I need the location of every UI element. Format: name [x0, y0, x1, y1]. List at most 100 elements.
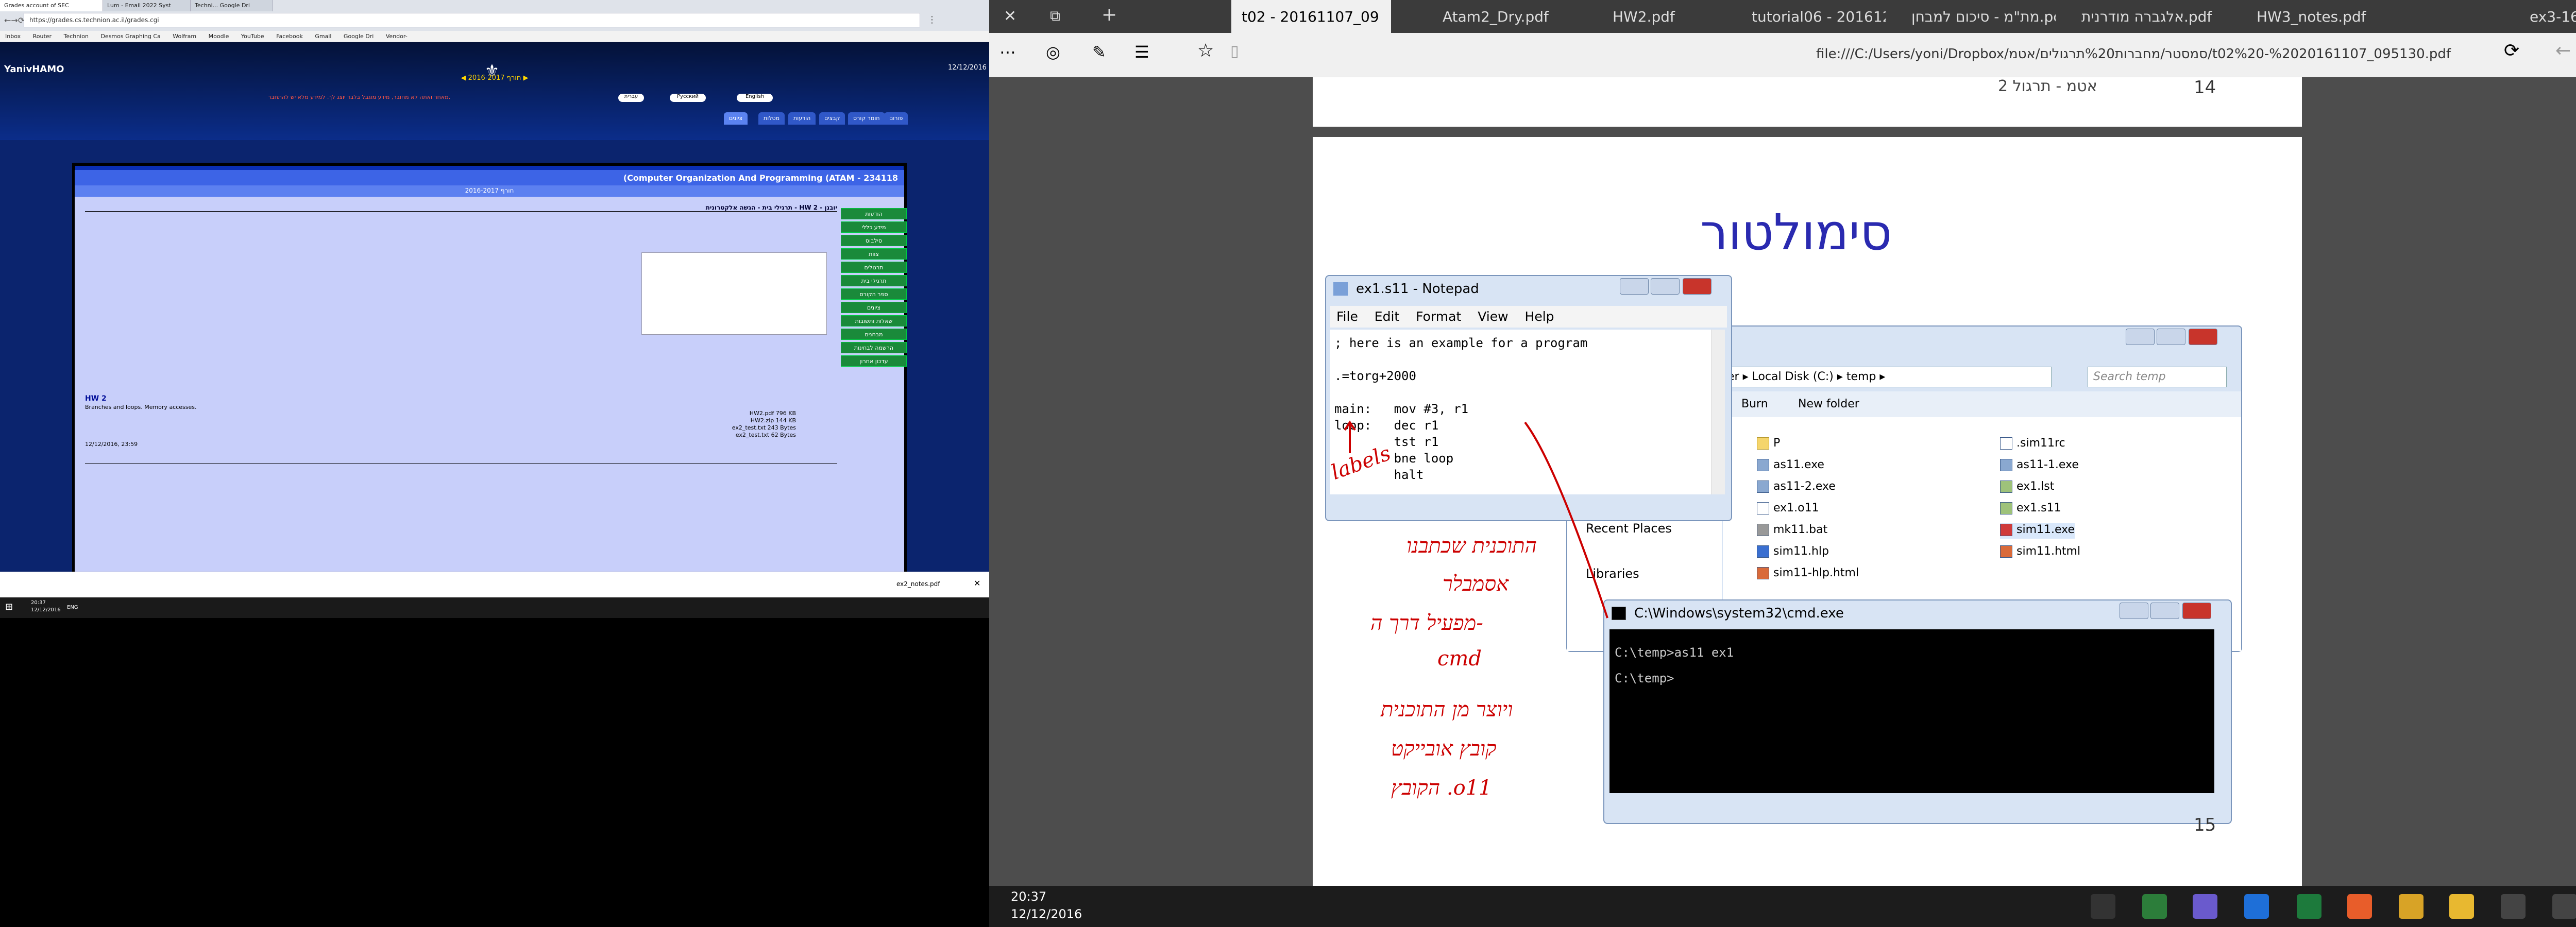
refresh-icon[interactable]: ⟳ [2504, 40, 2519, 61]
bookmark[interactable]: Desmos Graphing Ca [100, 33, 160, 40]
chrome-icon[interactable] [2399, 894, 2424, 919]
lang-button[interactable]: Русский [670, 94, 706, 102]
file-link[interactable]: HW2.zip 144 KB [693, 417, 796, 424]
file-link[interactable]: HW2.pdf 796 KB [693, 410, 796, 417]
bookmark[interactable]: Facebook [276, 33, 303, 40]
bookmark[interactable]: Wolfram [173, 33, 196, 40]
menu-file[interactable]: File [1336, 309, 1358, 324]
edge-address[interactable]: file:///C:/Users/yoni/Dropbox/סמסטר/מחבר… [1816, 40, 2476, 69]
burn-button[interactable]: Burn [1741, 398, 1768, 410]
edge-tab[interactable]: אלגברה מודרנית.pdf [2071, 0, 2226, 33]
maximize-icon[interactable] [2150, 603, 2179, 619]
side-menu-item[interactable]: שאלות ותשובות [841, 315, 907, 327]
nav-tab[interactable]: ציונים [724, 112, 748, 125]
file-item[interactable]: as11-2.exe [1757, 480, 1836, 495]
menu-edit[interactable]: Edit [1375, 309, 1399, 324]
bookmark[interactable]: Google Dri [344, 33, 374, 40]
semester-selector[interactable]: ◀ חורף 2016-2017 ▶ [448, 74, 541, 82]
file-explorer-icon[interactable] [2449, 894, 2474, 919]
side-menu-item[interactable]: מידע כללי [841, 221, 907, 233]
back-icon[interactable]: ← [2555, 40, 2571, 61]
file-item[interactable]: P [1757, 437, 1780, 452]
bookmark[interactable]: Technion [64, 33, 89, 40]
explorer-search[interactable]: Search temp [2088, 367, 2227, 387]
close-icon[interactable] [1683, 278, 1711, 295]
cmd-console[interactable]: C:\temp>as11 ex1 C:\temp> [1609, 629, 2214, 793]
tablet-mode-icon[interactable] [2501, 894, 2526, 919]
excel-icon[interactable] [2297, 894, 2321, 919]
close-icon[interactable] [2189, 329, 2217, 345]
scrollbar[interactable] [1711, 330, 1725, 494]
close-icon[interactable]: ✕ [974, 578, 980, 588]
file-item[interactable]: ex1.s11 [2000, 502, 2061, 517]
menu-format[interactable]: Format [1416, 309, 1461, 324]
edge-tab[interactable]: Atam2_Dry.pdf [1432, 0, 1587, 33]
file-item[interactable]: sim11-hlp.html [1757, 566, 1859, 582]
side-menu-item[interactable]: הרשמה לבחינות [841, 342, 907, 353]
side-menu-item[interactable]: תרגולים [841, 262, 907, 273]
side-menu-item[interactable]: סילבוס [841, 235, 907, 246]
path-segment[interactable]: Local Disk (C:) [1752, 370, 1834, 383]
chrome-nav-icons[interactable]: ←→⟳ [4, 15, 25, 25]
menu-view[interactable]: View [1478, 309, 1508, 324]
nav-tab[interactable]: הודעות [788, 112, 816, 125]
chrome-tab[interactable]: Grades account of SEC [0, 0, 103, 11]
new-tab-icon[interactable]: + [1101, 4, 1117, 25]
file-item[interactable]: sim11.hlp [1757, 545, 1829, 560]
side-menu-item[interactable]: תרגילי בית [841, 275, 907, 286]
file-item[interactable]: as11-1.exe [2000, 458, 2079, 474]
side-menu-item[interactable]: מבחנים [841, 329, 907, 340]
chrome-address-bar[interactable]: https://grades.cs.technion.ac.il/grades.… [24, 13, 920, 27]
bookmark[interactable]: Gmail [315, 33, 331, 40]
edge-tab[interactable]: מת"מ - סיכום למבחן.pc [1901, 0, 2056, 33]
new-folder-button[interactable]: New folder [1798, 398, 1859, 410]
reading-view-icon[interactable]: ▯ [1230, 42, 1239, 60]
side-menu-item[interactable]: ספר הקורס [841, 288, 907, 300]
lang-button[interactable]: English [737, 94, 773, 102]
nav-tab[interactable]: קבצים [819, 112, 845, 125]
nav-tab[interactable]: פורום [884, 112, 908, 125]
file-item[interactable]: ex1.lst [2000, 480, 2054, 495]
file-item[interactable]: as11.exe [1757, 458, 1824, 474]
minimize-icon[interactable] [2120, 603, 2148, 619]
search-icon[interactable] [2552, 894, 2576, 919]
edge-tab[interactable]: ex3-1617a.pdf [2519, 0, 2576, 33]
chrome-tab[interactable]: Techni... Google Dri [191, 0, 273, 11]
draw-icon[interactable]: ✎ [1092, 42, 1106, 62]
download-item[interactable]: ex2_notes.pdf [896, 580, 940, 588]
edge-tab[interactable]: tutorial06 - 20161209_ [1741, 0, 1886, 33]
edge-icon[interactable] [2244, 894, 2269, 919]
explorer-path[interactable]: er ▸ Local Disk (C:) ▸ temp ▸ [1722, 367, 2052, 387]
edge-tab[interactable]: HW3_notes.pdf [2246, 0, 2401, 33]
task-view-icon[interactable] [2091, 894, 2115, 919]
nav-tab[interactable]: מטלות [758, 112, 785, 125]
bookmark[interactable]: Router [33, 33, 52, 40]
file-item[interactable]: .sim11rc [2000, 437, 2065, 452]
file-link[interactable]: ex2_test.txt 62 Bytes [693, 432, 796, 439]
close-icon[interactable]: ✕ [1004, 7, 1016, 25]
menu-help[interactable]: Help [1525, 309, 1554, 324]
file-item-selected[interactable]: sim11.exe [2000, 523, 2075, 539]
bookmark[interactable]: Inbox [5, 33, 21, 40]
side-menu-item[interactable]: ציונים [841, 302, 907, 313]
ubuntu-icon[interactable] [2347, 894, 2372, 919]
read-aloud-icon[interactable]: ◎ [1046, 42, 1060, 62]
windows-start-icon[interactable]: ⊞ [5, 602, 13, 612]
favorite-star-icon[interactable]: ☆ [1197, 40, 1214, 61]
edge-tab-active[interactable]: t02 - 20161107_09 [1231, 0, 1391, 33]
toc-icon[interactable]: ☰ [1134, 42, 1149, 62]
minimize-icon[interactable] [1620, 278, 1649, 295]
edge-tab[interactable]: HW2.pdf [1602, 0, 1726, 33]
maximize-icon[interactable] [1651, 278, 1680, 295]
file-item[interactable]: sim11.html [2000, 545, 2080, 560]
bookmark[interactable]: Moodle [209, 33, 229, 40]
lang-button[interactable]: עברית [618, 94, 644, 102]
file-link[interactable]: ex2_test.txt 243 Bytes [693, 424, 796, 432]
side-menu-item[interactable]: עדכון אחרון [841, 355, 907, 367]
file-item[interactable]: ex1.o11 [1757, 502, 1819, 517]
left-taskbar-lang[interactable]: ENG [67, 605, 78, 610]
bookmark[interactable]: Vendor- [386, 33, 408, 40]
app-icon[interactable] [2193, 894, 2217, 919]
app-icon[interactable] [2142, 894, 2167, 919]
path-segment[interactable]: temp [1846, 370, 1876, 383]
